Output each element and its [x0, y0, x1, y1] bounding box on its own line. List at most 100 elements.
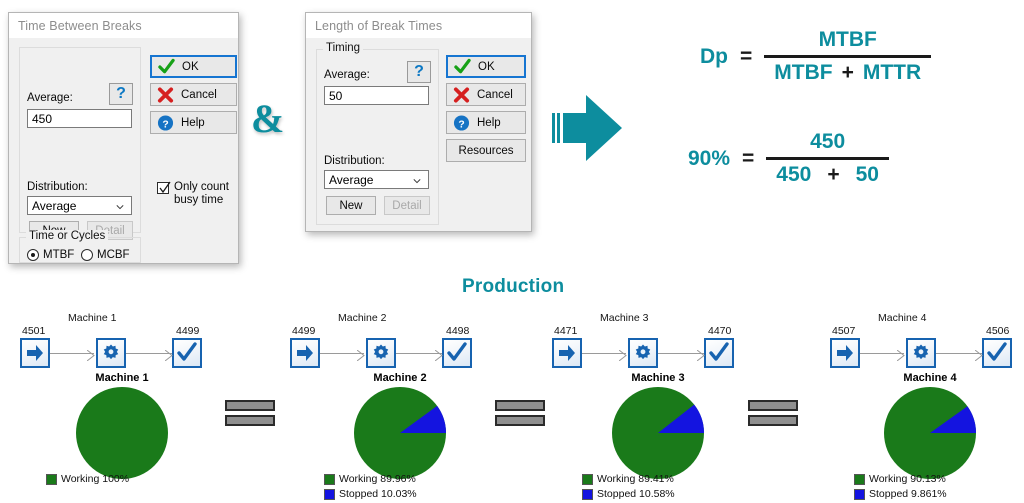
distribution-value: Average — [32, 198, 77, 213]
formula-pct-fraction: 450 450 + 50 — [766, 130, 889, 187]
ok-button-2[interactable]: OK — [446, 55, 526, 78]
source-arrow-node[interactable] — [830, 338, 860, 368]
pie-slice-working — [612, 387, 704, 479]
machine-gear-node[interactable] — [96, 338, 126, 368]
queue-bar — [748, 415, 798, 426]
output-count-label: 4470 — [708, 325, 732, 337]
formula-pct-left: 90% — [688, 146, 731, 170]
sink-check-node[interactable] — [172, 338, 202, 368]
sink-check-node[interactable] — [442, 338, 472, 368]
pie-chart-legend: Working 90.13% Stopped 9.861% — [854, 473, 947, 503]
cancel-button[interactable]: Cancel — [150, 83, 237, 106]
formula-dp-denominator: MTBF + MTTR — [764, 58, 931, 85]
length-of-break-times-dialog[interactable]: Length of Break Times Timing Average: ? … — [305, 12, 532, 232]
chevron-down-icon-2 — [413, 178, 421, 183]
sink-check-icon — [447, 342, 467, 361]
input-count-label: 4499 — [292, 325, 316, 337]
pie-chart — [884, 387, 976, 479]
flow-connector-line — [126, 353, 172, 354]
timing-group-label: Timing — [323, 42, 364, 54]
dialog-title: Time Between Breaks — [18, 18, 142, 33]
ok-button-label-2: OK — [478, 60, 495, 73]
dialog-titlebar: Time Between Breaks — [9, 13, 238, 39]
flow-arrowhead-icon — [618, 348, 627, 366]
radio-mcbf[interactable]: MCBF — [81, 249, 130, 261]
legend-item: Working 100% — [46, 473, 129, 485]
resources-button[interactable]: Resources — [446, 139, 526, 162]
distribution-select-2[interactable]: Average — [324, 170, 429, 189]
blue-question-icon: ? — [157, 114, 174, 131]
flow-arrowhead-icon — [896, 348, 905, 366]
ok-button-label: OK — [182, 60, 199, 73]
machine-gear-node[interactable] — [628, 338, 658, 368]
formula-dp-den-op: + — [841, 61, 854, 84]
help-question-icon-button-2[interactable]: ? — [407, 61, 431, 83]
input-count-label: 4507 — [832, 325, 856, 337]
dialog2-body: Timing Average: ? 50 Distribution: Avera… — [306, 39, 531, 232]
legend-item: Working 89.96% — [324, 473, 417, 485]
radio-mtbf-indicator[interactable] — [27, 249, 39, 261]
legend-item: Stopped 10.58% — [582, 488, 675, 500]
formula-pct-numerator: 450 — [810, 130, 846, 153]
flow-arrowhead-icon — [696, 348, 705, 366]
formula-90-percent: 90% = 450 450 + 50 — [688, 130, 889, 187]
machine-gear-node[interactable] — [906, 338, 936, 368]
only-count-busy-time-checkbox[interactable]: Only count busy time — [157, 181, 233, 207]
flow-connector-line — [396, 353, 442, 354]
pie-chart-legend: Working 89.41% Stopped 10.58% — [582, 473, 675, 503]
sink-check-node[interactable] — [982, 338, 1012, 368]
machine-gear-node[interactable] — [366, 338, 396, 368]
average-input-2[interactable]: 50 — [324, 86, 429, 105]
pie-slice-stopped — [658, 404, 704, 433]
svg-text:?: ? — [162, 119, 168, 130]
sink-check-node[interactable] — [704, 338, 734, 368]
help-button-2[interactable]: ? Help — [446, 111, 526, 134]
checkbox-label: Only count busy time — [174, 181, 229, 206]
formula-pct-equals: = — [742, 146, 755, 170]
flow-connector-line — [658, 353, 704, 354]
time-between-breaks-dialog[interactable]: Time Between Breaks Average: ? 450 Distr… — [8, 12, 239, 264]
source-arrow-node[interactable] — [290, 338, 320, 368]
pie-slice-stopped — [400, 405, 446, 433]
source-arrow-node[interactable] — [552, 338, 582, 368]
help-button-label-2: Help — [477, 116, 501, 129]
legend-color-swatch — [854, 488, 865, 500]
queue-connector-3 — [748, 400, 798, 430]
flow-connector-line — [320, 353, 364, 354]
pie-chart-title: Machine 4 — [903, 372, 957, 384]
distribution-select[interactable]: Average — [27, 196, 132, 215]
radio-mcbf-label: MCBF — [97, 249, 130, 261]
checkbox-indicator[interactable] — [157, 181, 171, 194]
machine-gear-icon — [103, 344, 119, 360]
green-check-icon-2 — [454, 58, 471, 73]
machine-flow-label: Machine 3 — [600, 312, 649, 324]
average-input[interactable]: 450 — [27, 109, 132, 128]
pie-chart — [354, 387, 446, 479]
output-count-label: 4498 — [446, 325, 470, 337]
production-title: Production — [462, 276, 565, 297]
ok-button[interactable]: OK — [150, 55, 237, 78]
queue-bar — [225, 415, 275, 426]
red-x-icon — [157, 86, 174, 103]
help-question-icon-button[interactable]: ? — [109, 83, 133, 105]
right-arrow-icon — [552, 95, 622, 161]
legend-color-swatch — [854, 473, 865, 485]
new-button-2[interactable]: New — [326, 196, 376, 215]
cancel-button-2[interactable]: Cancel — [446, 83, 526, 106]
dialog-body: Average: ? 450 Distribution: Average New… — [9, 39, 238, 264]
distribution-label: Distribution: — [27, 181, 88, 193]
radio-mcbf-indicator[interactable] — [81, 249, 93, 261]
red-x-icon-2 — [453, 86, 470, 103]
legend-item: Stopped 10.03% — [324, 488, 417, 500]
pie-chart — [76, 387, 168, 479]
help-button[interactable]: ? Help — [150, 111, 237, 134]
flow-arrowhead-icon — [164, 348, 173, 366]
formula-dp-left: Dp — [700, 44, 728, 68]
output-count-label: 4499 — [176, 325, 200, 337]
formula-dp-equals: = — [740, 44, 753, 68]
source-arrow-node[interactable] — [20, 338, 50, 368]
queue-bar — [495, 415, 545, 426]
radio-mtbf[interactable]: MTBF — [27, 249, 74, 261]
sink-check-icon — [709, 342, 729, 361]
pie-slice-working — [884, 387, 976, 479]
